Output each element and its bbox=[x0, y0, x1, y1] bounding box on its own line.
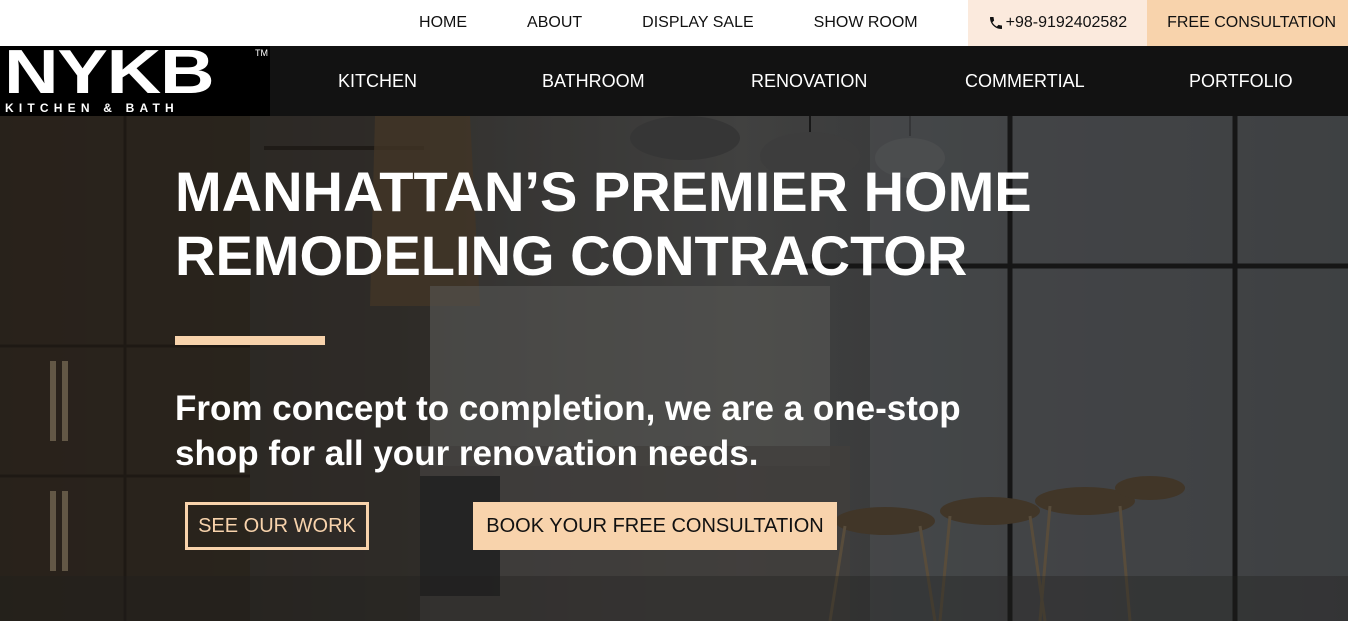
nav-item-commertial[interactable]: COMMERTIAL bbox=[965, 46, 1085, 116]
hero-title: MANHATTAN’S PREMIER HOME REMODELING CONT… bbox=[175, 160, 1175, 288]
top-link-display-sale[interactable]: DISPLAY SALE bbox=[612, 0, 783, 46]
top-link-home[interactable]: HOME bbox=[389, 0, 497, 46]
hero-accent-divider bbox=[175, 336, 325, 345]
phone-link[interactable]: +98-9192402582 bbox=[967, 0, 1148, 46]
book-free-consultation-button[interactable]: BOOK YOUR FREE CONSULTATION bbox=[473, 502, 837, 550]
hero-subtitle-line-1: From concept to completion, we are a one… bbox=[175, 389, 961, 428]
phone-number: +98-9192402582 bbox=[1005, 14, 1128, 31]
free-consultation-link[interactable]: FREE CONSULTATION bbox=[1147, 0, 1348, 46]
logo-trademark: TM bbox=[255, 48, 268, 58]
hero-subtitle: From concept to completion, we are a one… bbox=[175, 386, 1125, 476]
nav-item-portfolio[interactable]: PORTFOLIO bbox=[1189, 46, 1293, 116]
main-nav: NYKB TM KITCHEN & BATH KITCHEN BATHROOM … bbox=[0, 42, 1348, 116]
nykb-logo[interactable]: NYKB TM KITCHEN & BATH bbox=[0, 42, 270, 116]
phone-icon bbox=[988, 15, 1004, 31]
hero-subtitle-line-2: shop for all your renovation needs. bbox=[175, 434, 759, 473]
nav-item-renovation[interactable]: RENOVATION bbox=[751, 46, 867, 116]
hero-section: MANHATTAN’S PREMIER HOME REMODELING CONT… bbox=[0, 116, 1348, 621]
see-our-work-button[interactable]: SEE OUR WORK bbox=[185, 502, 369, 550]
top-link-about[interactable]: ABOUT bbox=[497, 0, 612, 46]
hero-title-line-2: REMODELING CONTRACTOR bbox=[175, 224, 968, 287]
nav-item-bathroom[interactable]: BATHROOM bbox=[542, 46, 645, 116]
nav-item-kitchen[interactable]: KITCHEN bbox=[338, 46, 417, 116]
top-link-show-room[interactable]: SHOW ROOM bbox=[784, 0, 948, 46]
logo-tagline: KITCHEN & BATH bbox=[5, 101, 179, 115]
logo-wordmark: NYKB bbox=[4, 38, 215, 107]
nav-items: KITCHEN BATHROOM RENOVATION COMMERTIAL P… bbox=[270, 46, 1348, 116]
hero-title-line-1: MANHATTAN’S PREMIER HOME bbox=[175, 160, 1032, 223]
